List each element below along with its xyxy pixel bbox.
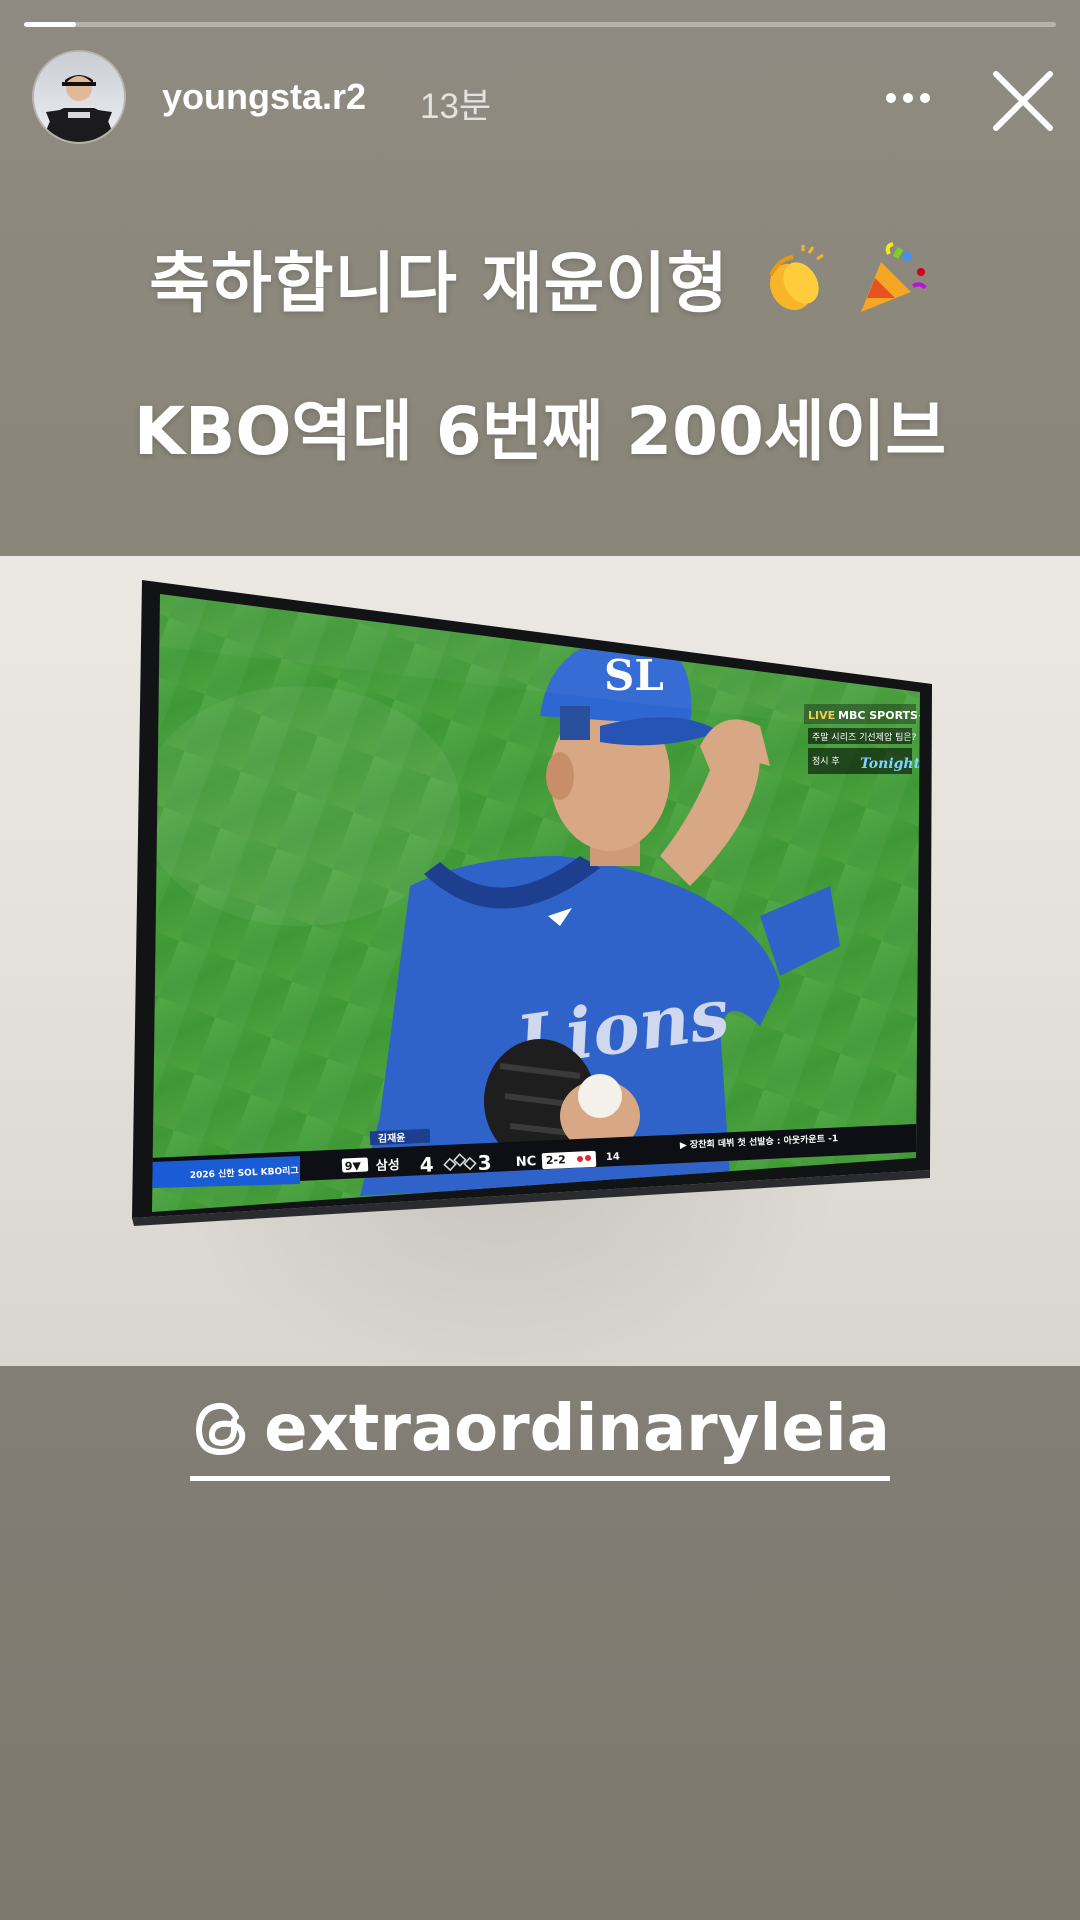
username[interactable]: youngsta.r2 — [162, 76, 366, 118]
television: Lions SL — [132, 580, 932, 1226]
close-icon — [993, 71, 1053, 131]
mention-sticker[interactable]: extraordinaryleia — [0, 1392, 1080, 1481]
caption-record: KBO역대 6번째 200세이브 — [133, 393, 947, 470]
pitch-count: 14 — [606, 1151, 620, 1163]
player-name: 김재윤 — [378, 1131, 406, 1145]
clapping-hands-emoji — [757, 244, 827, 331]
mention-link[interactable]: extraordinaryleia — [190, 1392, 890, 1481]
ball-strike-count: 2-2 — [546, 1153, 566, 1167]
team-away: NC — [516, 1154, 537, 1170]
story-progress-fill — [24, 22, 76, 27]
threads-icon — [196, 1402, 246, 1456]
party-popper-emoji — [855, 241, 931, 334]
mention-username: extraordinaryleia — [264, 1392, 890, 1466]
team-home: 삼성 — [375, 1157, 400, 1174]
avatar[interactable] — [34, 52, 124, 142]
story-photo: Lions SL — [0, 556, 1080, 1366]
promo-brand: Tonight — [860, 756, 921, 772]
score-away: 3 — [477, 1150, 492, 1175]
close-button[interactable] — [984, 62, 1062, 140]
avatar-photo — [34, 52, 124, 142]
caption-line-1: 축하합니다 재윤이형 — [149, 245, 729, 322]
caption-congratulations: 축하합니다 재윤이형 — [0, 230, 1080, 334]
promo-line-2: 정시 후 — [812, 756, 840, 767]
more-horizontal-icon — [886, 93, 930, 103]
score-home: 4 — [419, 1152, 434, 1177]
more-options-button[interactable] — [876, 68, 940, 128]
story-progress-bar — [24, 22, 1056, 27]
timestamp: 13분 — [420, 87, 492, 126]
inning: 9▼ — [345, 1159, 362, 1173]
